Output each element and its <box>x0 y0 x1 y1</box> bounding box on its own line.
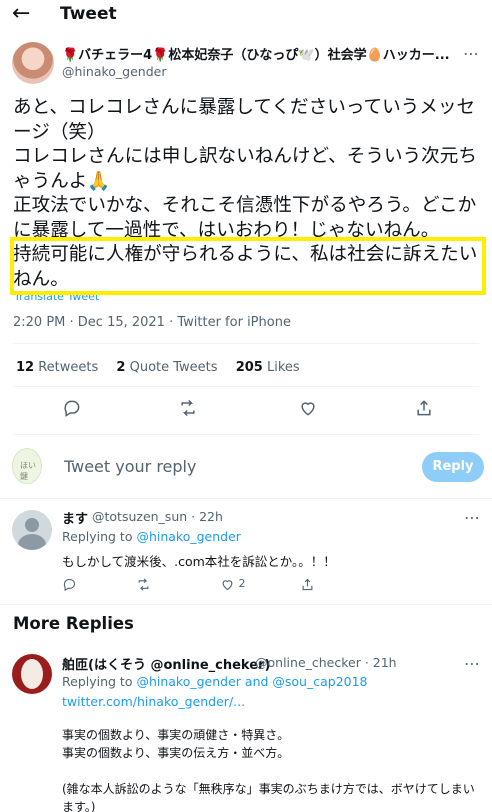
replying-to: Replying to @hinako_gender <box>62 529 241 544</box>
reply-text: もしかして渡米後、.com本社を訴訟とか。。！！ <box>62 554 336 569</box>
reply-author-handle[interactable]: @totsuzen_sun · 22h <box>92 509 223 524</box>
share-icon[interactable] <box>414 398 438 422</box>
retweet-icon[interactable] <box>136 575 151 593</box>
reply-icon[interactable] <box>62 398 86 422</box>
divider <box>13 343 479 344</box>
author-handle[interactable]: @hinako_gender <box>62 64 166 79</box>
reply-text-line <box>62 762 480 780</box>
reply-icon[interactable] <box>62 575 77 593</box>
more-options-icon[interactable]: ⋯ <box>464 508 480 527</box>
tweet-text-line: コレコレさんには申し訳ないねんけど、そういう次元ちゃうんよ🙏 <box>13 146 477 192</box>
tweet-stats: 12 Retweets 2 Quote Tweets 205 Likes <box>16 360 314 375</box>
replying-to: Replying to @hinako_gender and @sou_cap2… <box>62 674 368 689</box>
reply-input[interactable]: Tweet your reply <box>64 457 196 476</box>
like-icon[interactable] <box>298 398 322 422</box>
more-options-icon[interactable]: ⋯ <box>464 654 480 673</box>
like-count: 2 <box>238 577 246 590</box>
tweet-text-line: あと、コレコレさんに暴露してくださいっていうメッセージ（笑） <box>13 97 476 143</box>
replying-to-link[interactable]: @hinako_gender and @sou_cap2018 <box>136 674 367 689</box>
reply-text-line: 事実の個数より、事実の伝え方・並べ方。 <box>62 746 290 760</box>
tweet-text-line: 正攻法でいかな、それこそ信憑性下がるやろう。どこかに暴露して一過性で、はいおわり… <box>13 195 477 241</box>
reply-item[interactable]: 舶匝(はくそう @online_cheker) @online_checker … <box>12 652 480 812</box>
retweet-icon[interactable] <box>178 398 202 422</box>
back-arrow-icon[interactable]: ← <box>12 2 30 26</box>
reply-author-name[interactable]: ます <box>62 508 88 527</box>
avatar[interactable] <box>12 654 52 694</box>
share-icon[interactable] <box>300 575 315 593</box>
avatar: ほい 鍵 <box>12 448 42 484</box>
divider <box>13 386 479 387</box>
like-icon[interactable]: 2 <box>220 575 246 593</box>
retweets-stat[interactable]: 12 Retweets <box>16 360 98 375</box>
tweet-author: 🌹バチェラー4🌹松本妃奈子（ひなっぴ🕊️）社会学🥚ハッカー... @hinako… <box>12 42 480 86</box>
tweet-timestamp[interactable]: 2:20 PM · Dec 15, 2021 · Twitter for iPh… <box>13 315 291 330</box>
page-title: Tweet <box>60 4 117 24</box>
quote-tweets-stat[interactable]: 2 Quote Tweets <box>116 360 217 375</box>
reply-composer: ほい 鍵 Tweet your reply Reply <box>12 446 484 488</box>
more-replies-heading: More Replies <box>13 614 134 633</box>
more-options-icon[interactable]: ⋯ <box>463 44 480 63</box>
likes-stat[interactable]: 205 Likes <box>236 360 300 375</box>
divider <box>13 434 479 435</box>
tweet-text-line: 持続可能に人権が守られるように、私は社会に訴えたいねん。 <box>13 244 478 290</box>
reply-button[interactable]: Reply <box>422 452 484 482</box>
divider <box>0 604 492 605</box>
reply-text-line: (雑な本人訴訟のような「無秩序な」事実のぶちまけ方では、ボヤけてしまいます。) <box>62 782 475 812</box>
avatar[interactable] <box>12 510 52 550</box>
reply-item[interactable]: ます @totsuzen_sun · 22h ⋯ Replying to @hi… <box>12 508 480 600</box>
tweet-actions <box>0 398 492 422</box>
divider <box>0 498 492 499</box>
tweet-text: あと、コレコレさんに暴露してくださいっていうメッセージ（笑） コレコレさんには申… <box>13 96 485 292</box>
reply-author-handle[interactable]: @online_checker · 21h <box>255 655 397 670</box>
author-display-name[interactable]: 🌹バチェラー4🌹松本妃奈子（ひなっぴ🕊️）社会学🥚ハッカー... <box>62 44 452 63</box>
reply-text: 事実の個数より、事実の頑健さ・特異さ。 事実の個数より、事実の伝え方・並べ方。 … <box>62 726 480 812</box>
top-bar: ← Tweet <box>0 0 492 32</box>
reply-text-line: 事実の個数より、事実の頑健さ・特異さ。 <box>62 728 290 742</box>
replying-to-link[interactable]: @hinako_gender <box>136 529 240 544</box>
tweet-link[interactable]: twitter.com/hinako_gender/... <box>62 694 245 709</box>
reply-author-name[interactable]: 舶匝(はくそう @online_cheker) <box>62 654 270 673</box>
reply-actions: 2 <box>62 575 362 595</box>
avatar[interactable] <box>12 42 54 84</box>
